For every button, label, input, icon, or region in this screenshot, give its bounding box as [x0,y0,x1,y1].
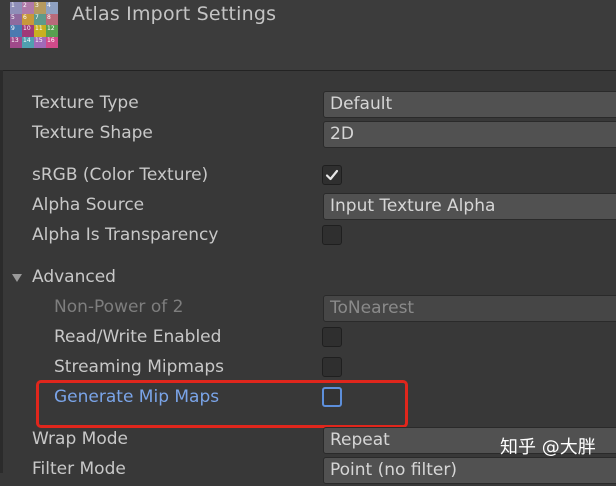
atlas-cell: 12 [46,25,58,37]
atlas-cell: 5 [10,13,22,25]
alpha-is-transparency-row: Alpha Is Transparency [0,222,616,252]
filter-mode-dropdown[interactable]: Point (no filter) [323,457,616,484]
alpha-source-label: Alpha Source [32,195,145,215]
atlas-cell: 1 [10,2,22,14]
atlas-cell: 2 [22,2,34,14]
atlas-cell: 9 [10,25,22,37]
atlas-cell: 6 [22,13,34,25]
read-write-row: Read/Write Enabled [0,324,616,354]
texture-type-row: Texture Type Default [0,90,616,120]
read-write-label: Read/Write Enabled [54,327,222,347]
srgb-label: sRGB (Color Texture) [32,165,209,185]
atlas-cell: 10 [22,25,34,37]
streaming-mipmaps-checkbox[interactable] [322,357,342,377]
atlas-cell: 13 [10,36,22,48]
alpha-is-transparency-checkbox[interactable] [322,225,342,245]
texture-shape-dropdown[interactable]: 2D [323,121,616,148]
atlas-cell: 15 [34,36,46,48]
alpha-source-row: Alpha Source Input Texture Alpha [0,192,616,222]
advanced-label: Advanced [32,267,116,287]
foldout-arrow-icon[interactable] [12,274,22,282]
sprite-atlas-icon: 1 2 3 4 5 6 7 8 9 10 11 12 13 14 15 16 [10,2,58,48]
read-write-checkbox[interactable] [322,327,342,347]
texture-shape-row: Texture Shape 2D [0,120,616,150]
srgb-checkbox[interactable] [322,165,342,185]
atlas-cell: 7 [34,13,46,25]
filter-mode-row: Filter Mode Point (no filter) [0,456,616,486]
inspector-header: 1 2 3 4 5 6 7 8 9 10 11 12 13 14 15 16 Atlas Import Set… [0,0,616,71]
checkmark-icon [325,169,339,181]
atlas-cell: 11 [34,25,46,37]
streaming-mipmaps-label: Streaming Mipmaps [54,357,225,377]
texture-type-label: Texture Type [32,93,139,113]
window-title: Atlas Import Settings [72,3,277,25]
atlas-cell: 16 [46,36,58,48]
texture-type-dropdown[interactable]: Default [323,91,616,118]
srgb-row: sRGB (Color Texture) [0,162,616,192]
texture-shape-value: 2D [330,124,354,144]
alpha-source-dropdown[interactable]: Input Texture Alpha [323,193,616,220]
texture-type-value: Default [330,94,393,114]
non-power-of-2-value: ToNearest [330,298,415,318]
non-power-of-2-row: Non-Power of 2 ToNearest [0,294,616,324]
wrap-mode-label: Wrap Mode [32,429,128,449]
filter-mode-label: Filter Mode [32,459,126,479]
alpha-source-value: Input Texture Alpha [330,196,496,216]
advanced-foldout[interactable]: Advanced [0,264,616,294]
texture-shape-label: Texture Shape [32,123,153,143]
atlas-cell: 3 [34,2,46,14]
non-power-of-2-dropdown: ToNearest [323,295,616,322]
wrap-mode-value: Repeat [330,430,390,450]
watermark-text: 知乎 @大胖 [500,437,596,458]
filter-mode-value: Point (no filter) [330,460,458,480]
highlight-annotation-box [36,380,408,428]
atlas-cell: 4 [46,2,58,14]
atlas-cell: 14 [22,36,34,48]
alpha-is-transparency-label: Alpha Is Transparency [32,225,219,245]
non-power-of-2-label: Non-Power of 2 [54,297,184,317]
atlas-cell: 8 [46,13,58,25]
